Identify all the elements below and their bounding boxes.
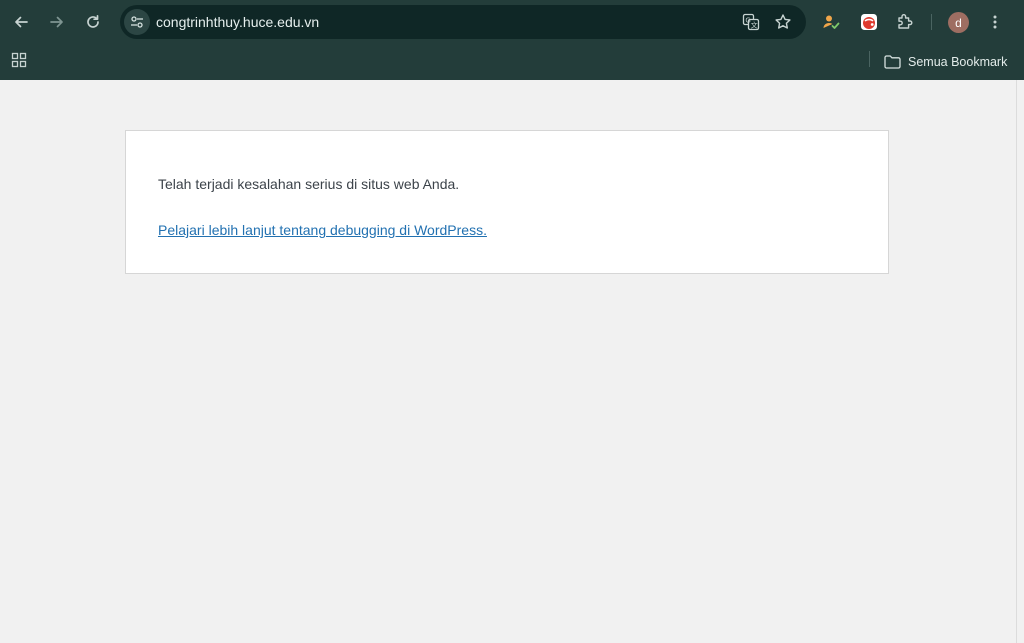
address-bar[interactable]: congtrinhthuy.huce.edu.vn G 文 (120, 5, 806, 39)
bookmarks-separator (869, 51, 870, 67)
forward-arrow-icon (50, 16, 63, 28)
reload-button[interactable] (79, 8, 107, 36)
star-icon (775, 14, 791, 29)
profile-avatar[interactable]: d (948, 12, 969, 33)
forward-button[interactable] (43, 8, 71, 36)
browser-menu-button[interactable] (981, 8, 1009, 36)
extension-button-2[interactable] (855, 8, 883, 36)
folder-icon (884, 55, 901, 69)
browser-toolbar: congtrinhthuy.huce.edu.vn G 文 d (0, 0, 1024, 44)
debugging-link[interactable]: Pelajari lebih lanjut tentang debugging … (158, 222, 487, 238)
translate-button[interactable]: G 文 (740, 11, 762, 33)
all-bookmarks-label: Semua Bookmark (908, 55, 1008, 69)
back-arrow-icon (15, 16, 28, 28)
reload-icon (87, 14, 99, 28)
translate-icon: G 文 (742, 13, 760, 31)
toolbar-separator (931, 14, 932, 30)
apps-button[interactable] (5, 46, 33, 74)
kebab-menu-icon (993, 15, 997, 29)
page-scrollbar[interactable] (1016, 80, 1024, 643)
page-content: Telah terjadi kesalahan serius di situs … (0, 80, 1016, 643)
extension-button-1[interactable] (817, 8, 845, 36)
person-check-icon (823, 15, 840, 29)
apps-grid-icon (11, 52, 27, 68)
red-extension-icon (861, 14, 877, 30)
bookmarks-bar: Semua Bookmark (0, 44, 1024, 80)
site-info-button[interactable] (124, 9, 150, 35)
all-bookmarks-button[interactable]: Semua Bookmark (884, 50, 1007, 74)
bookmark-star-button[interactable] (772, 11, 794, 33)
extensions-button[interactable] (891, 8, 919, 36)
back-button[interactable] (7, 8, 35, 36)
svg-text:文: 文 (751, 21, 758, 30)
puzzle-icon (898, 14, 913, 29)
browser-chrome: congtrinhthuy.huce.edu.vn G 文 d Semua Bo… (0, 0, 1024, 80)
tune-icon (131, 16, 143, 28)
url-text[interactable]: congtrinhthuy.huce.edu.vn (156, 14, 319, 30)
error-box: Telah terjadi kesalahan serius di situs … (125, 130, 889, 274)
error-message: Telah terjadi kesalahan serius di situs … (158, 176, 460, 192)
